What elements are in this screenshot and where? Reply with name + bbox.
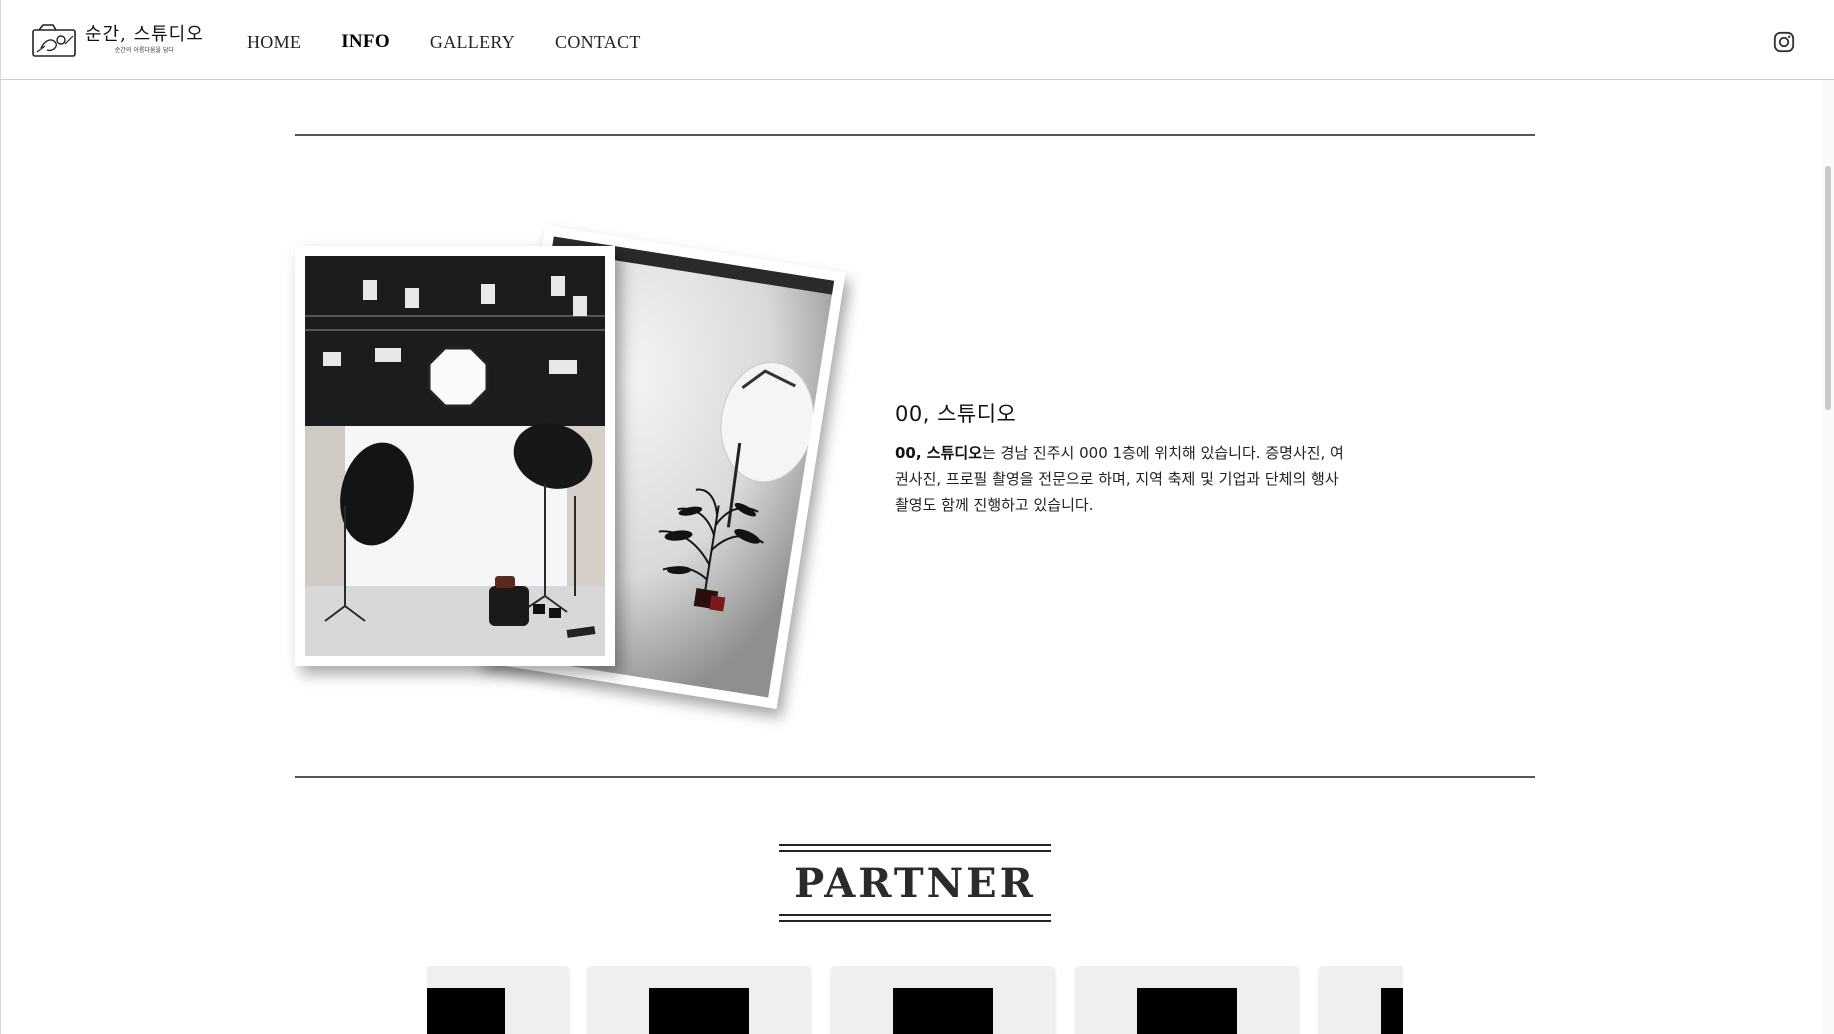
logo-title: 순간, 스튜디오 (85, 24, 204, 45)
partner-card[interactable] (427, 966, 569, 1034)
scrollbar[interactable] (1822, 80, 1834, 1034)
partner-title: PARTNER (794, 860, 1036, 907)
section-divider-bottom (295, 776, 1535, 778)
studio-description: 00, 스튜디오는 경남 진주시 000 1층에 위치해 있습니다. 증명사진,… (895, 440, 1355, 518)
camera-logo-icon (32, 24, 76, 57)
partner-card[interactable] (1319, 966, 1403, 1034)
partner-card[interactable] (587, 966, 811, 1034)
nav-contact[interactable]: CONTACT (555, 30, 641, 54)
partner-rule-top-1 (779, 844, 1051, 846)
partner-logo (427, 988, 505, 1034)
partner-card[interactable] (1075, 966, 1299, 1034)
studio-photo-front (295, 246, 615, 666)
studio-name-heading: 00, 스튜디오 (895, 402, 1017, 426)
nav-gallery[interactable]: GALLERY (430, 30, 515, 54)
nav-info[interactable]: INFO (341, 30, 390, 54)
page: 순간, 스튜디오 순간의 아름다움을 담다 HOME INFO GALLERY … (0, 0, 1834, 1034)
site-header: 순간, 스튜디오 순간의 아름다움을 담다 HOME INFO GALLERY … (1, 0, 1834, 80)
partner-card[interactable] (831, 966, 1055, 1034)
partner-rule-bottom-1 (779, 914, 1051, 916)
studio-photo-front-image (305, 256, 605, 656)
logo-text: 순간, 스튜디오 순간의 아름다움을 담다 (85, 25, 204, 55)
partner-rule-bottom-2 (779, 920, 1051, 922)
logo-subtitle: 순간의 아름다움을 담다 (114, 47, 174, 54)
partner-logo (1137, 988, 1237, 1034)
main-nav: HOME INFO GALLERY CONTACT (247, 30, 681, 54)
partner-logo (1381, 988, 1403, 1034)
nav-home[interactable]: HOME (247, 30, 301, 54)
instagram-icon[interactable] (1773, 31, 1795, 53)
scrollbar-thumb[interactable] (1825, 166, 1831, 410)
studio-description-name: 00, 스튜디오 (895, 444, 982, 462)
partner-logo (893, 988, 993, 1034)
site-logo[interactable]: 순간, 스튜디오 순간의 아름다움을 담다 (31, 22, 204, 58)
partner-heading: PARTNER (779, 844, 1051, 924)
partner-logo (649, 988, 749, 1034)
section-divider-top (295, 134, 1535, 136)
partner-rule-top-2 (779, 850, 1051, 852)
partner-carousel[interactable] (427, 966, 1403, 1034)
